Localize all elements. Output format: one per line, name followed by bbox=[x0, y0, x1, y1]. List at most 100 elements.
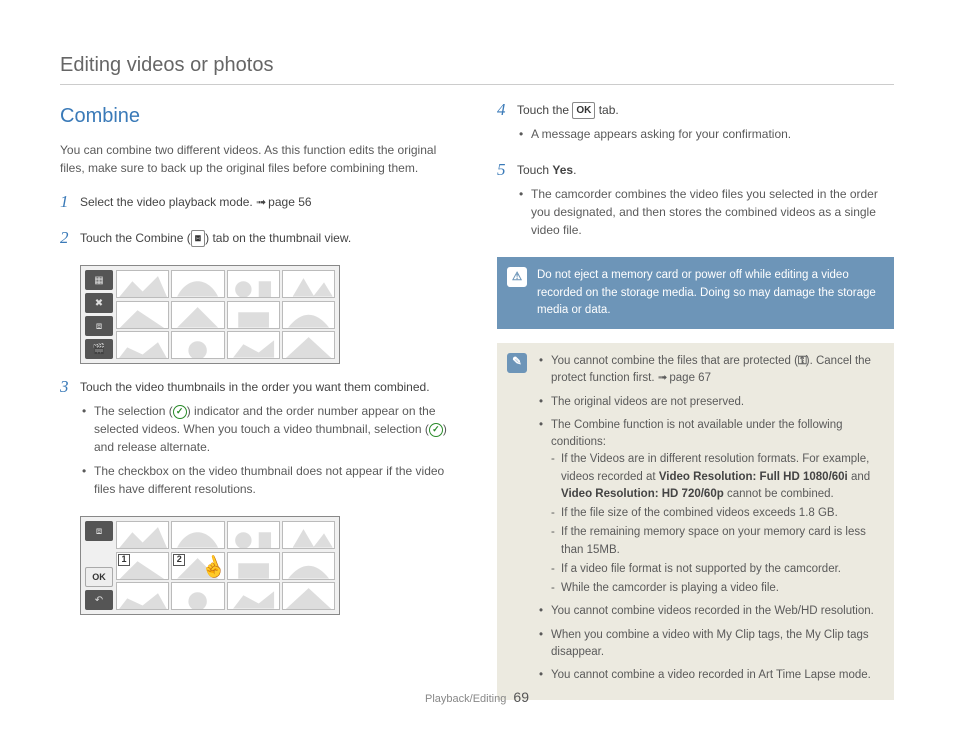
side-icon: 🎬 bbox=[85, 339, 113, 359]
note-6: You cannot combine a video recorded in A… bbox=[537, 667, 880, 684]
step-number: 4 bbox=[497, 101, 509, 149]
s5-post: . bbox=[573, 163, 576, 177]
thumb-cell bbox=[227, 552, 280, 580]
page-number: 69 bbox=[513, 689, 529, 705]
thumb-cell bbox=[227, 301, 280, 329]
note-icon: ✎ bbox=[507, 353, 527, 373]
step-2: 2 Touch the Combine (⧈) tab on the thumb… bbox=[60, 229, 457, 253]
page-footer: Playback/Editing 69 bbox=[0, 687, 954, 708]
step-2-post: ) tab on the thumbnail view. bbox=[205, 231, 351, 245]
n3-main: The Combine function is not available un… bbox=[551, 419, 843, 448]
side-icon: ▦ bbox=[85, 270, 113, 290]
content-columns: Combine You can combine two different vi… bbox=[60, 101, 894, 714]
step-2-pre: Touch the Combine ( bbox=[80, 231, 191, 245]
page-ref: page 56 bbox=[256, 195, 311, 209]
thumb-cell-selected-2: 2 ☝ bbox=[171, 552, 224, 580]
thumb-cell-selected-1: 1 bbox=[116, 552, 169, 580]
key-icon: ⚿ bbox=[798, 355, 806, 367]
n3a-b2: Video Resolution: HD 720/60p bbox=[561, 488, 724, 500]
s5-bold: Yes bbox=[552, 163, 573, 177]
note-2: The original videos are not preserved. bbox=[537, 394, 880, 411]
thumbnail-grid-2: ⧈ OK ↶ 1 2 ☝ bbox=[80, 516, 340, 615]
thumb-cell bbox=[282, 552, 335, 580]
order-badge: 2 bbox=[173, 554, 185, 566]
combine-icon: ⧈ bbox=[191, 230, 205, 247]
step-2-text: Touch the Combine (⧈) tab on the thumbna… bbox=[80, 229, 457, 247]
notes-box: ✎ You cannot combine the files that are … bbox=[497, 343, 894, 700]
order-badge: 1 bbox=[118, 554, 130, 566]
intro-text: You can combine two different videos. As… bbox=[60, 141, 457, 177]
page-title: Editing videos or photos bbox=[60, 50, 894, 80]
left-column: Combine You can combine two different vi… bbox=[60, 101, 457, 714]
note-3d: If a video file format is not supported … bbox=[551, 561, 880, 578]
thumb-cell bbox=[171, 331, 224, 359]
step-3-bullet-1: The selection (✓) indicator and the orde… bbox=[80, 402, 457, 456]
step-5: 5 Touch Yes. The camcorder combines the … bbox=[497, 161, 894, 245]
note-5: When you combine a video with My Clip ta… bbox=[537, 627, 880, 662]
thumb-cell bbox=[282, 270, 335, 298]
step-1-main: Select the video playback mode. bbox=[80, 195, 256, 209]
note-3: The Combine function is not available un… bbox=[537, 417, 880, 598]
step-5-text: Touch Yes. bbox=[517, 161, 894, 179]
page-ref: page 67 bbox=[658, 372, 711, 384]
thumb-cell bbox=[282, 301, 335, 329]
note-3b: If the file size of the combined videos … bbox=[551, 505, 880, 522]
step-1: 1 Select the video playback mode. page 5… bbox=[60, 193, 457, 217]
note-4: You cannot combine videos recorded in th… bbox=[537, 603, 880, 620]
ok-icon: OK bbox=[572, 102, 595, 119]
thumb-cell bbox=[227, 331, 280, 359]
step-4: 4 Touch the OK tab. A message appears as… bbox=[497, 101, 894, 149]
thumb-cell bbox=[116, 521, 169, 549]
thumb-cell bbox=[282, 582, 335, 610]
thumb-cell bbox=[116, 331, 169, 359]
step-number: 5 bbox=[497, 161, 509, 245]
n3a-post: cannot be combined. bbox=[724, 488, 834, 500]
thumb-cell bbox=[116, 301, 169, 329]
note-3a: If the Videos are in different resolutio… bbox=[551, 451, 880, 503]
thumb-cell bbox=[227, 582, 280, 610]
divider bbox=[60, 84, 894, 85]
section-title: Combine bbox=[60, 101, 457, 131]
thumb-cells: 1 2 ☝ bbox=[116, 521, 335, 610]
check-icon: ✓ bbox=[173, 405, 187, 419]
s5-pre: Touch bbox=[517, 163, 552, 177]
right-column: 4 Touch the OK tab. A message appears as… bbox=[497, 101, 894, 714]
thumb-cell bbox=[171, 582, 224, 610]
note-3c: If the remaining memory space on your me… bbox=[551, 524, 880, 559]
step-3-text: Touch the video thumbnails in the order … bbox=[80, 378, 457, 396]
footer-section: Playback/Editing bbox=[425, 693, 506, 705]
step-4-bullet: A message appears asking for your confir… bbox=[517, 125, 894, 143]
n3a-mid: and bbox=[848, 471, 870, 483]
warning-box: ⚠ Do not eject a memory card or power of… bbox=[497, 257, 894, 329]
step-number: 2 bbox=[60, 229, 72, 253]
step-3-bullet-2: The checkbox on the video thumbnail does… bbox=[80, 462, 457, 498]
thumb-cell bbox=[282, 331, 335, 359]
side-icon: ⧈ bbox=[85, 521, 113, 541]
sidebar-icons: ⧈ OK ↶ bbox=[85, 521, 113, 610]
ok-button: OK bbox=[85, 567, 113, 587]
step-number: 1 bbox=[60, 193, 72, 217]
back-icon: ↶ bbox=[85, 590, 113, 610]
thumb-cell bbox=[116, 582, 169, 610]
side-icon: ⧈ bbox=[85, 316, 113, 336]
warning-text: Do not eject a memory card or power off … bbox=[537, 267, 880, 319]
sidebar-icons: ▦ ✖ ⧈ 🎬 bbox=[85, 270, 113, 359]
thumb-cell bbox=[282, 521, 335, 549]
step-4-text: Touch the OK tab. bbox=[517, 101, 894, 119]
thumb-cell bbox=[171, 270, 224, 298]
thumb-cell bbox=[227, 521, 280, 549]
thumb-cell bbox=[171, 301, 224, 329]
thumb-cells bbox=[116, 270, 335, 359]
thumb-cell bbox=[227, 270, 280, 298]
n1-pre: You cannot combine the files that are pr… bbox=[551, 355, 798, 367]
step-number: 3 bbox=[60, 378, 72, 504]
check-icon: ✓ bbox=[429, 423, 443, 437]
step-3: 3 Touch the video thumbnails in the orde… bbox=[60, 378, 457, 504]
n3a-b1: Video Resolution: Full HD 1080/60i bbox=[659, 471, 848, 483]
thumbnail-grid-1: ▦ ✖ ⧈ 🎬 bbox=[80, 265, 340, 364]
s4-post: tab. bbox=[595, 103, 618, 117]
b1-pre: The selection ( bbox=[94, 404, 173, 418]
note-1: You cannot combine the files that are pr… bbox=[537, 353, 880, 388]
warning-icon: ⚠ bbox=[507, 267, 527, 287]
step-1-text: Select the video playback mode. page 56 bbox=[80, 193, 457, 211]
